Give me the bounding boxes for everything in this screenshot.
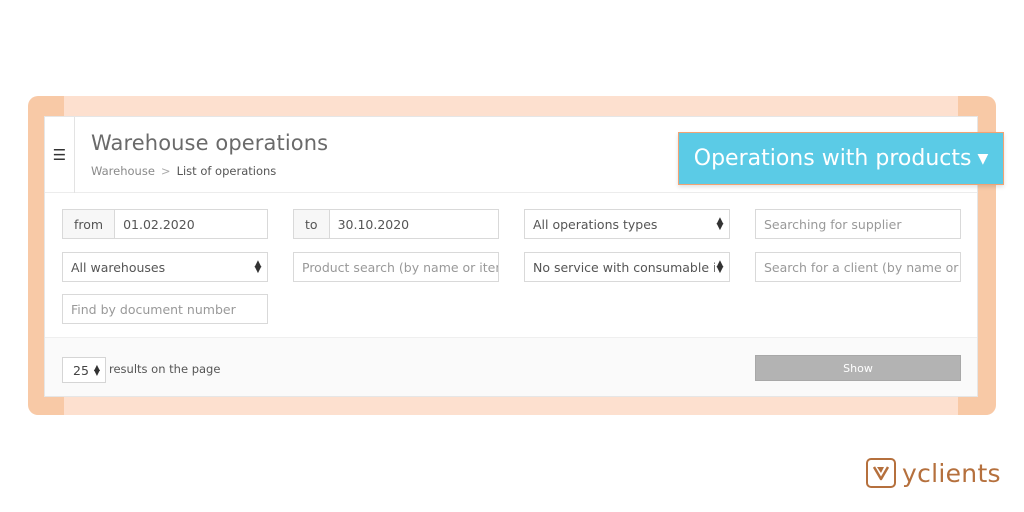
breadcrumb-current: List of operations <box>176 164 277 178</box>
yclients-logo: yclients <box>866 458 1001 488</box>
select-arrows-icon: ▲ ▼ <box>254 259 262 275</box>
menu-button[interactable]: ☰ <box>45 117 75 193</box>
caret-down-icon: ▼ <box>977 150 989 167</box>
breadcrumb-warehouse[interactable]: Warehouse <box>91 164 155 178</box>
operation-type-value: All operations types <box>533 216 658 232</box>
show-button[interactable]: Show <box>755 355 961 381</box>
to-label: to <box>294 210 330 238</box>
per-page-select[interactable]: 25 ▲ ▼ <box>62 357 106 383</box>
select-arrows-icon: ▲ ▼ <box>716 216 724 232</box>
hamburger-icon: ☰ <box>52 147 67 164</box>
breadcrumb-separator: > <box>160 164 171 178</box>
client-search-input[interactable]: Search for a client (by name or ph <box>755 252 961 282</box>
date-to-field[interactable]: to 30.10.2020 <box>293 209 499 239</box>
results-footer: 25 ▲ ▼ results on the page Show <box>45 337 977 396</box>
operation-type-select[interactable]: All operations types ▲ ▼ <box>524 209 730 239</box>
product-search-input[interactable]: Product search (by name or item n <box>293 252 499 282</box>
warehouse-select[interactable]: All warehouses ▲ ▼ <box>62 252 268 282</box>
date-from-field[interactable]: from 01.02.2020 <box>62 209 268 239</box>
per-page-label: results on the page <box>109 362 221 376</box>
yclients-logo-icon <box>866 458 896 488</box>
supplier-search-input[interactable]: Searching for supplier <box>755 209 961 239</box>
service-select[interactable]: No service with consumable items ▲▼ <box>524 252 730 282</box>
yclients-logo-text: yclients <box>902 458 1001 488</box>
breadcrumb: Warehouse > List of operations <box>91 164 276 178</box>
per-page-value: 25 <box>73 362 89 378</box>
operations-with-products-label: Operations with products <box>693 146 972 171</box>
document-number-placeholder: Find by document number <box>71 301 236 317</box>
date-to-input[interactable]: 30.10.2020 <box>330 217 410 232</box>
from-label: from <box>63 210 116 238</box>
service-value: No service with consumable items <box>533 259 715 275</box>
supplier-search-placeholder: Searching for supplier <box>764 216 902 232</box>
page-title: Warehouse operations <box>91 131 329 155</box>
select-arrows-icon: ▲ ▼ <box>716 259 724 275</box>
document-number-input[interactable]: Find by document number <box>62 294 268 324</box>
operations-with-products-dropdown[interactable]: Operations with products ▼ <box>678 132 1004 185</box>
product-search-placeholder: Product search (by name or item n <box>302 259 498 275</box>
client-search-placeholder: Search for a client (by name or ph <box>764 259 960 275</box>
date-from-input[interactable]: 01.02.2020 <box>115 217 195 232</box>
warehouse-value: All warehouses <box>71 259 166 275</box>
select-arrows-icon: ▲ ▼ <box>93 363 100 377</box>
